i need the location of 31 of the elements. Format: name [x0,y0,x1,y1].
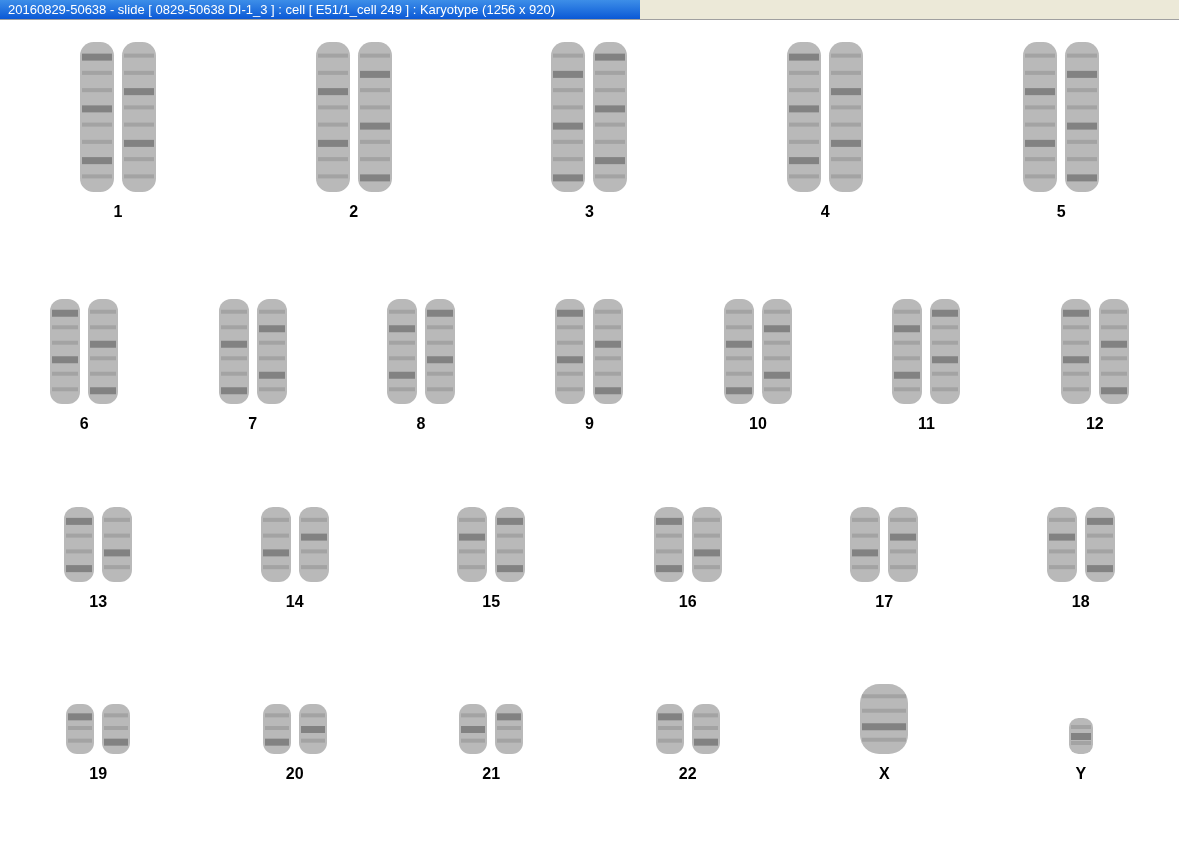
chromosome-label: 18 [1071,594,1090,610]
chromosome-label: 16 [678,594,697,610]
chromosome-pair-drawing [262,704,327,754]
chromosome-pair-drawing [459,704,524,754]
chromosome-label: 19 [89,766,108,782]
chromosome-drawing [860,684,909,754]
chromosome-pair-drawing [66,704,131,754]
chromosome-label: 21 [482,766,501,782]
chromosome-pair-drawing [655,704,720,754]
chromosome-label: 17 [875,594,894,610]
chromosome-label: 3 [585,204,594,220]
chromosome-label: 15 [482,594,501,610]
chromosome-label: 7 [248,416,258,432]
chromosome-label: 9 [585,416,594,432]
window-title: 20160829-50638 - slide [ 0829-50638 DI-1_3 ] : cell [ E51/1_cell 249 ] : Karyotype (1256 x 920) [8,0,556,19]
chromosome-label: 20 [285,766,304,782]
chromosome-label: X [878,766,890,782]
chromosome-label: 10 [749,416,767,432]
chromosome-drawing [1068,718,1093,754]
chromosome-label: 8 [416,416,426,432]
chromosome-label: Y [1075,766,1087,782]
chromosome-label: 22 [678,766,697,782]
chromosome-label: 13 [89,594,108,610]
chromosome-label: 6 [79,416,89,432]
chromosome-label: 1 [113,204,123,220]
chromosome-label: 4 [820,204,830,220]
chromosome-label: 12 [1085,416,1104,432]
chromosome-label: 2 [349,204,359,220]
chromosome-label: 11 [917,416,935,432]
chromosome-label: 5 [1056,204,1066,220]
chromosome-label: 14 [285,594,304,610]
